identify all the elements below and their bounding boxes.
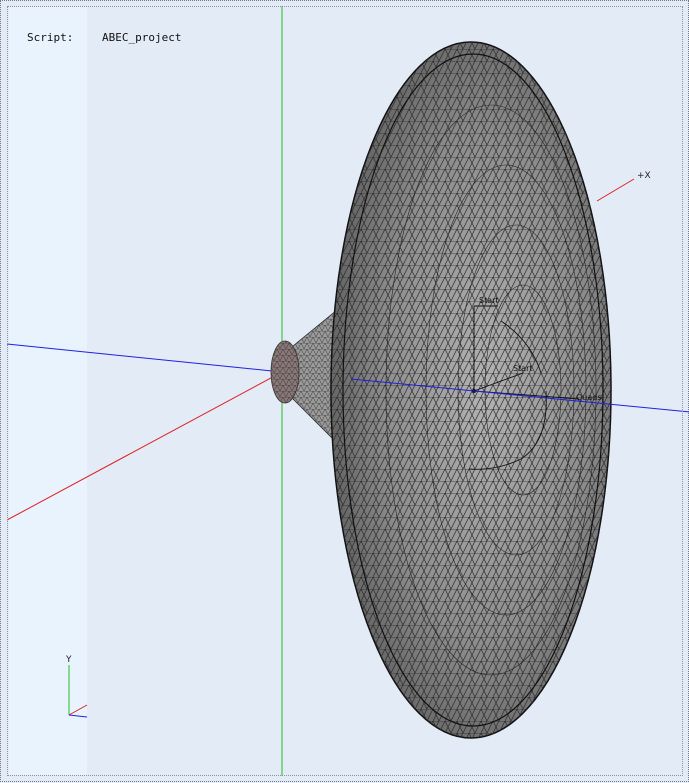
quad-label: Quads bbox=[576, 393, 602, 402]
start-label-top: Start bbox=[479, 296, 499, 305]
axis-triad: Y bbox=[65, 655, 88, 718]
x-axis-label: +X bbox=[637, 171, 651, 181]
z-axis-line-back bbox=[6, 343, 283, 373]
triad-y-label: Y bbox=[65, 655, 72, 665]
start-label-mid: Start bbox=[513, 364, 533, 373]
x-axis-line-front bbox=[596, 178, 635, 202]
x-axis-line-back bbox=[6, 371, 283, 521]
horn-mesh-scene[interactable]: Start Start Quads +X Y bbox=[1, 1, 689, 783]
3d-viewport[interactable]: Script: ABEC_project Start Start Quads +… bbox=[0, 0, 689, 782]
